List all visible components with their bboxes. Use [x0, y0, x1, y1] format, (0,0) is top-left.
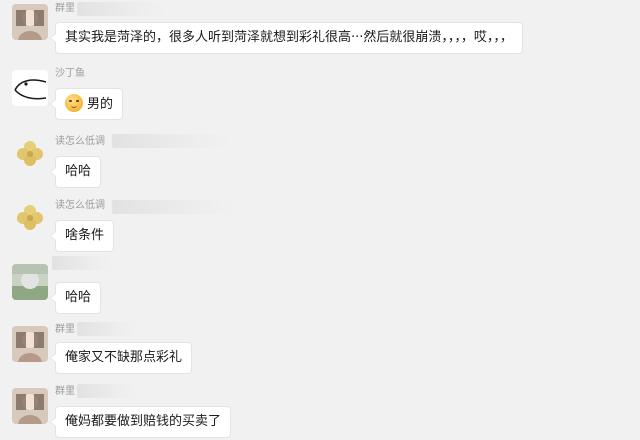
- sender-name: 读怎么低调: [55, 136, 105, 147]
- blurred-name: [77, 2, 167, 16]
- message-bubble[interactable]: 俺家又不缺那点彩礼: [49, 342, 193, 374]
- sender-name: 沙丁鱼: [55, 68, 85, 79]
- sender-name: 群里: [55, 386, 75, 397]
- message-bubble[interactable]: 其实我是菏泽的，很多人听到菏泽就想到彩礼很高···然后就很崩溃，，，，哎，，，: [50, 22, 523, 54]
- sender-name: 群里: [55, 3, 75, 14]
- blurred-name: [112, 134, 232, 148]
- message-bubble[interactable]: 男的: [49, 88, 124, 120]
- avatar[interactable]: [12, 4, 48, 40]
- avatar[interactable]: [12, 388, 48, 424]
- avatar[interactable]: [12, 264, 48, 300]
- message-bubble[interactable]: 哈哈: [49, 282, 102, 314]
- avatar[interactable]: [12, 326, 48, 362]
- sender-name: 群里: [55, 324, 75, 335]
- avatar[interactable]: [12, 200, 48, 236]
- message-bubble[interactable]: 俺妈都要做到赔钱的买卖了: [49, 406, 232, 438]
- message-bubble[interactable]: 哈哈: [49, 156, 102, 188]
- chat-screen: { "messages": [ {"sender": "群里", "text":…: [0, 0, 640, 440]
- message-text: 男的: [87, 97, 114, 112]
- avatar[interactable]: [12, 70, 48, 106]
- sender-name: 读怎么低调: [55, 200, 105, 211]
- blurred-name: [112, 200, 237, 214]
- emoji-icon: [65, 94, 83, 112]
- blurred-name: [77, 322, 137, 336]
- avatar[interactable]: [12, 136, 48, 172]
- blurred-name: [52, 256, 112, 270]
- message-bubble[interactable]: 啥条件: [49, 220, 115, 252]
- blurred-name: [77, 384, 137, 398]
